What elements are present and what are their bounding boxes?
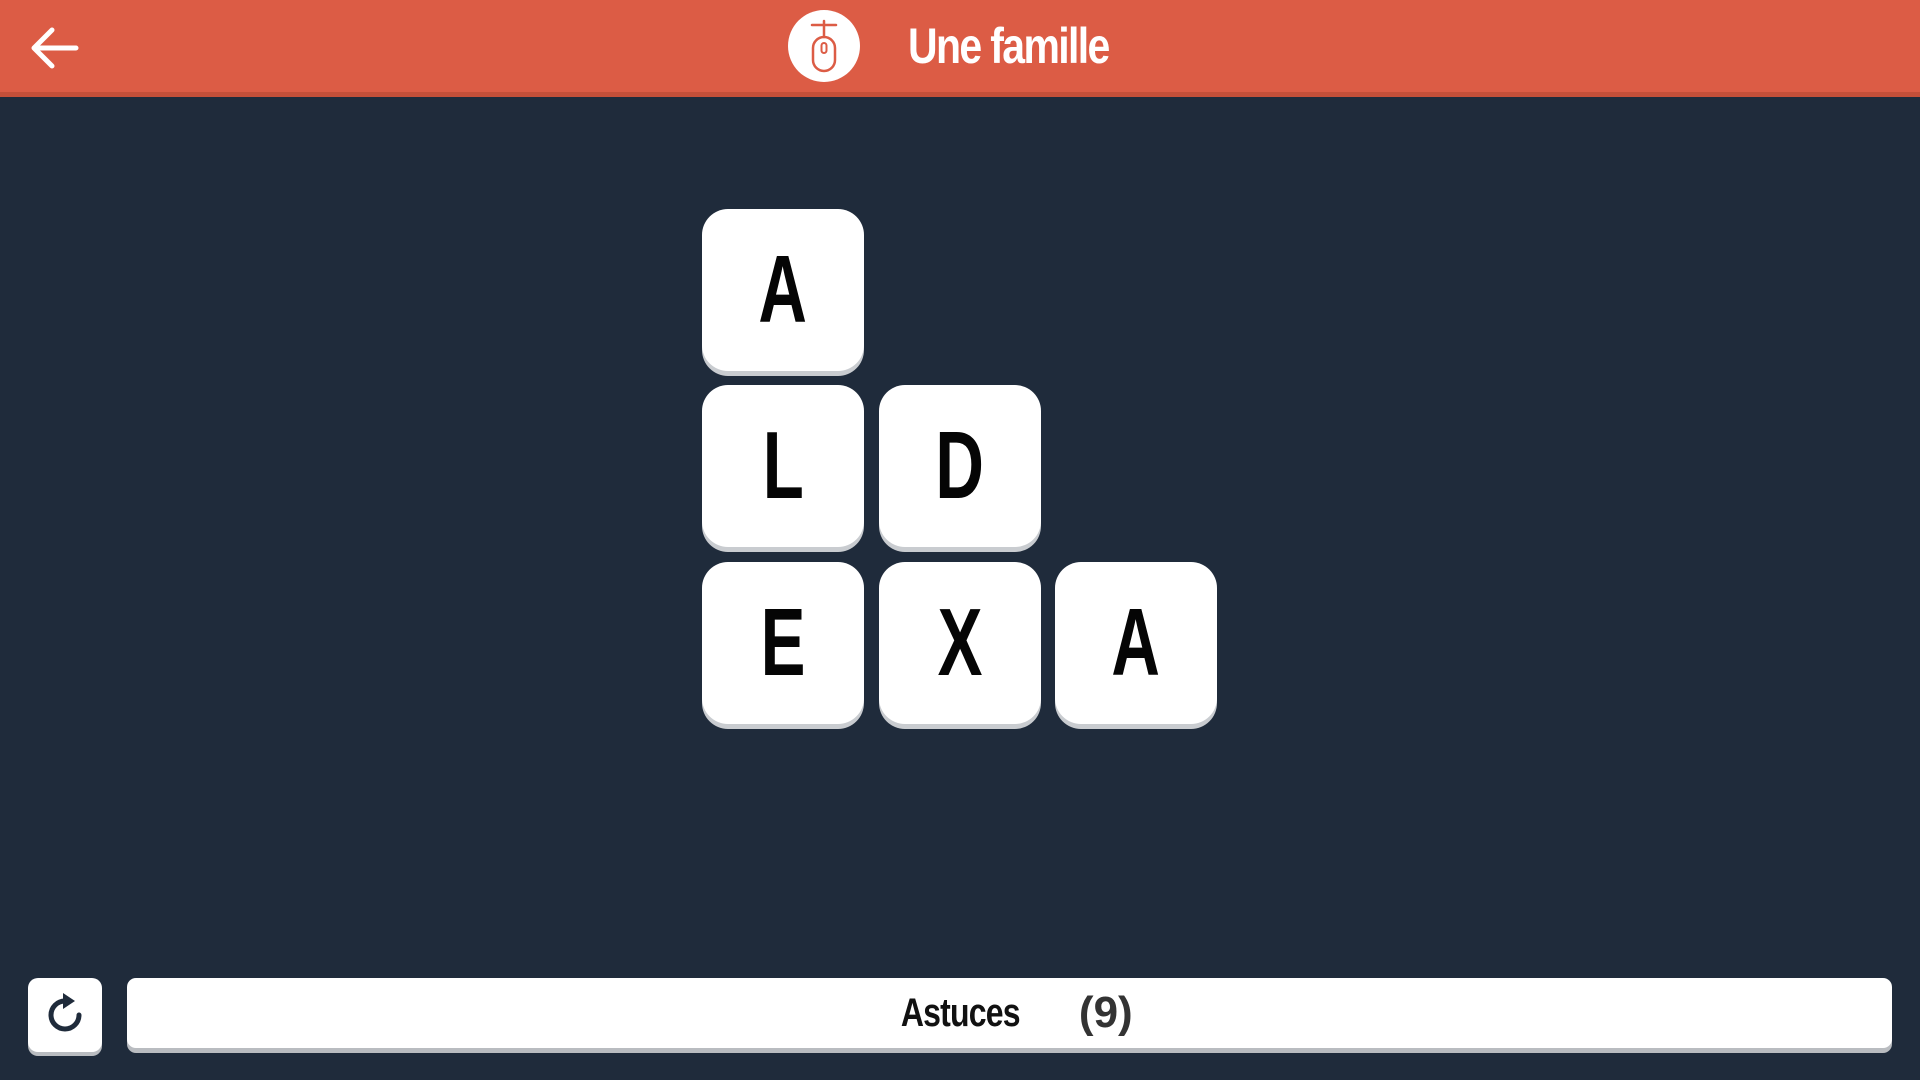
- letter-tile[interactable]: D: [879, 385, 1041, 547]
- letter-tile[interactable]: A: [1055, 562, 1217, 724]
- tile-letter: A: [1111, 589, 1161, 696]
- letter-tile[interactable]: A: [702, 209, 864, 371]
- tile-letter: E: [760, 589, 806, 696]
- letter-board: A L D E X A: [0, 0, 1920, 1080]
- mouse-icon: [810, 19, 837, 73]
- hints-button[interactable]: Astuces (9): [127, 978, 1892, 1048]
- page-title: Une famille: [907, 18, 1110, 74]
- tile-letter: X: [937, 589, 983, 696]
- letter-tile[interactable]: L: [702, 385, 864, 547]
- game-screen: Une famille A L D E X A Astuces (9): [0, 0, 1920, 1080]
- reset-button[interactable]: [28, 978, 102, 1052]
- letter-tile[interactable]: E: [702, 562, 864, 724]
- tile-letter: D: [935, 412, 985, 519]
- hints-label: Astuces: [901, 990, 1021, 1035]
- tile-letter: L: [762, 412, 804, 519]
- hints-count: (9): [1078, 988, 1133, 1037]
- refresh-icon: [48, 993, 82, 1032]
- category-badge: [787, 10, 860, 82]
- tile-letter: A: [758, 236, 808, 343]
- letter-tile[interactable]: X: [879, 562, 1041, 724]
- header-center: Une famille: [0, 0, 1920, 92]
- header-bar: Une famille: [0, 0, 1920, 97]
